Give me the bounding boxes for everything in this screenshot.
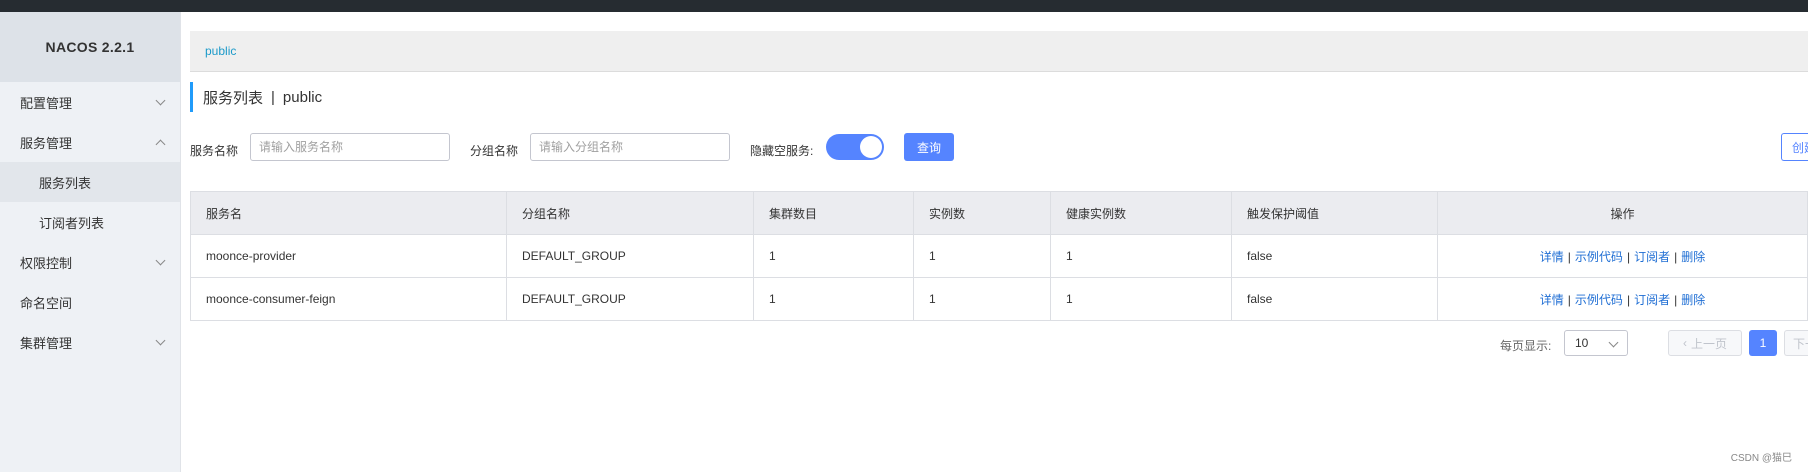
col-header-group-name: 分组名称	[506, 191, 754, 235]
sidebar-item-label: 服务管理	[20, 135, 73, 151]
page-size-label: 每页显示:	[1500, 339, 1552, 353]
cell-operations: 详情 | 示例代码 | 订阅者 | 删除	[1437, 234, 1808, 278]
sidebar-nav: 配置管理 服务管理 服务列表 订阅者列表 权限控制 命名空间 集群管理	[0, 82, 180, 362]
prev-page-button[interactable]: ‹ 上一页	[1668, 330, 1742, 356]
prev-page-label: 上一页	[1690, 336, 1727, 351]
group-name-input[interactable]	[530, 133, 730, 161]
cell-service-name: moonce-provider	[190, 234, 507, 278]
page-title: 服务列表 | public	[190, 82, 322, 112]
service-table: 服务名 分组名称 集群数目 实例数 健康实例数 触发保护阈值 操作 moonce…	[190, 191, 1808, 321]
cell-healthy-count: 1	[1050, 277, 1232, 321]
action-separator: |	[1567, 249, 1571, 264]
cell-instance-count: 1	[913, 277, 1051, 321]
chevron-down-icon	[155, 255, 166, 265]
page-number-button[interactable]: 1	[1749, 330, 1777, 356]
action-separator: |	[1674, 292, 1678, 307]
sidebar-item-label: 权限控制	[20, 255, 73, 271]
sidebar: NACOS 2.2.1 配置管理 服务管理 服务列表 订阅者列表 权限控制 命名…	[0, 12, 181, 472]
watermark: CSDN @猫巳	[1730, 453, 1792, 464]
col-header-service-name: 服务名	[190, 191, 507, 235]
cell-cluster-count: 1	[753, 277, 914, 321]
chevron-down-icon	[155, 95, 166, 105]
table-header-row: 服务名 分组名称 集群数目 实例数 健康实例数 触发保护阈值 操作	[190, 191, 1808, 235]
create-service-button[interactable]: 创建服务	[1781, 133, 1808, 161]
hide-empty-toggle[interactable]	[826, 134, 884, 160]
col-header-healthy-count: 健康实例数	[1050, 191, 1232, 235]
sidebar-item-label: 集群管理	[20, 335, 73, 351]
cell-operations: 详情 | 示例代码 | 订阅者 | 删除	[1437, 277, 1808, 321]
sidebar-item-access-control[interactable]: 权限控制	[0, 242, 180, 282]
pagination: 每页显示: 10 ‹ 上一页 1 下一页	[190, 328, 1808, 358]
sidebar-item-namespace[interactable]: 命名空间	[0, 282, 180, 322]
namespace-bar: public	[190, 31, 1808, 72]
sidebar-item-cluster-management[interactable]: 集群管理	[0, 322, 180, 362]
hide-empty-label: 隐藏空服务:	[750, 144, 814, 158]
cell-group-name: DEFAULT_GROUP	[506, 234, 754, 278]
sidebar-item-service-list[interactable]: 服务列表	[0, 162, 180, 202]
service-name-input[interactable]	[250, 133, 450, 161]
page-size-select[interactable]: 10	[1564, 330, 1628, 356]
chevron-left-icon: ‹	[1682, 336, 1687, 350]
sample-code-link[interactable]: 示例代码	[1575, 250, 1623, 264]
app-logo: NACOS 2.2.1	[0, 12, 180, 82]
chevron-down-icon	[155, 335, 166, 345]
cell-protect-threshold: false	[1231, 277, 1438, 321]
sidebar-item-label: 命名空间	[20, 295, 73, 311]
next-page-button[interactable]: 下一页	[1784, 330, 1808, 356]
toggle-knob	[860, 136, 882, 158]
top-bar	[0, 0, 1808, 12]
table-row: moonce-consumer-feign DEFAULT_GROUP 1 1 …	[190, 277, 1808, 321]
group-name-label: 分组名称	[470, 144, 519, 158]
action-separator: |	[1626, 249, 1631, 264]
col-header-instance-count: 实例数	[913, 191, 1051, 235]
sidebar-item-label: 订阅者列表	[39, 215, 105, 231]
cell-group-name: DEFAULT_GROUP	[506, 277, 754, 321]
cell-service-name: moonce-consumer-feign	[190, 277, 507, 321]
chevron-down-icon	[1608, 337, 1619, 348]
table-row: moonce-provider DEFAULT_GROUP 1 1 1 fals…	[190, 234, 1808, 278]
filter-bar: 服务名称 分组名称 隐藏空服务: 查询 创建服务	[190, 132, 1808, 168]
col-header-protect-threshold: 触发保护阈值	[1231, 191, 1438, 235]
service-name-label: 服务名称	[190, 144, 239, 158]
namespace-link-public[interactable]: public	[205, 44, 236, 58]
query-button[interactable]: 查询	[904, 133, 954, 161]
action-separator: |	[1567, 292, 1571, 307]
page-title-namespace: public	[282, 88, 323, 106]
col-header-cluster-count: 集群数目	[753, 191, 914, 235]
action-separator: |	[1626, 292, 1631, 307]
sidebar-item-subscriber-list[interactable]: 订阅者列表	[0, 202, 180, 242]
subscribers-link[interactable]: 订阅者	[1634, 250, 1670, 264]
main-content: public 服务列表 | public 服务名称 分组名称 隐藏空服务: 查询…	[190, 12, 1808, 472]
cell-protect-threshold: false	[1231, 234, 1438, 278]
page-title-text: 服务列表	[203, 89, 264, 107]
sample-code-link[interactable]: 示例代码	[1575, 293, 1623, 307]
cell-cluster-count: 1	[753, 234, 914, 278]
sidebar-item-label: 服务列表	[39, 175, 92, 191]
page-size-value: 10	[1575, 336, 1589, 350]
page-title-separator: |	[271, 88, 275, 106]
sidebar-item-config[interactable]: 配置管理	[0, 82, 180, 122]
cell-healthy-count: 1	[1050, 234, 1232, 278]
delete-link[interactable]: 删除	[1681, 293, 1705, 307]
chevron-up-icon	[155, 139, 166, 149]
sidebar-item-service-management[interactable]: 服务管理	[0, 122, 180, 162]
col-header-operations: 操作	[1437, 191, 1808, 235]
cell-instance-count: 1	[913, 234, 1051, 278]
detail-link[interactable]: 详情	[1540, 293, 1564, 307]
detail-link[interactable]: 详情	[1540, 250, 1564, 264]
delete-link[interactable]: 删除	[1681, 250, 1705, 264]
action-separator: |	[1674, 249, 1678, 264]
subscribers-link[interactable]: 订阅者	[1634, 293, 1670, 307]
sidebar-item-label: 配置管理	[20, 95, 73, 111]
